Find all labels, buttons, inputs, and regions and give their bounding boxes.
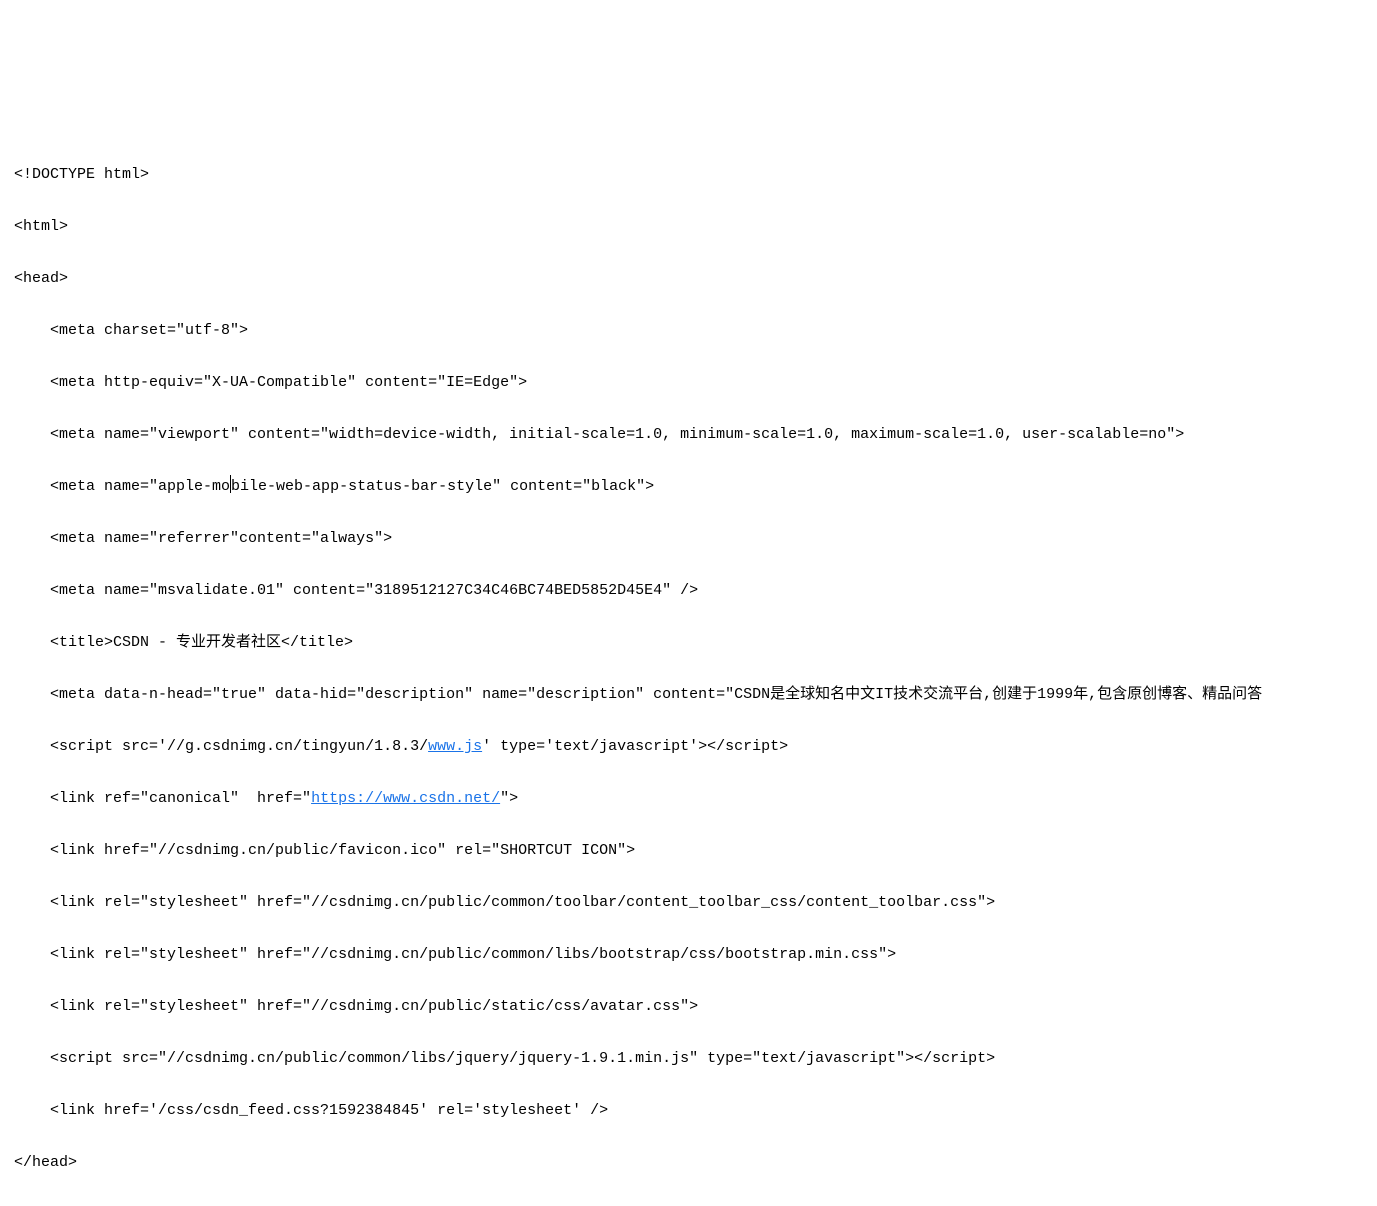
code-line: <link href='/css/csdn_feed.css?159238484… xyxy=(14,1098,1377,1124)
link-csdn-net[interactable]: https://www.csdn.net/ xyxy=(311,790,500,807)
code-line: <meta http-equiv="X-UA-Compatible" conte… xyxy=(14,370,1377,396)
code-line: <meta data-n-head="true" data-hid="descr… xyxy=(14,682,1377,708)
code-line: <meta name="viewport" content="width=dev… xyxy=(14,422,1377,448)
code-line: <link rel="stylesheet" href="//csdnimg.c… xyxy=(14,942,1377,968)
code-line: <html> xyxy=(14,214,1377,240)
code-line: <meta name="apple-mobile-web-app-status-… xyxy=(14,474,1377,500)
code-line: <link ref="canonical" href="https://www.… xyxy=(14,786,1377,812)
code-line: <link rel="stylesheet" href="//csdnimg.c… xyxy=(14,890,1377,916)
code-line: <meta name="msvalidate.01" content="3189… xyxy=(14,578,1377,604)
code-line: <body data-category="home" data-host_typ… xyxy=(14,1202,1377,1206)
link-www-js[interactable]: www.js xyxy=(428,738,482,755)
code-line: <link href="//csdnimg.cn/public/favicon.… xyxy=(14,838,1377,864)
code-line: <meta charset="utf-8"> xyxy=(14,318,1377,344)
code-line: <!DOCTYPE html> xyxy=(14,162,1377,188)
code-line: <script src="//csdnimg.cn/public/common/… xyxy=(14,1046,1377,1072)
code-line: <meta name="referrer"content="always"> xyxy=(14,526,1377,552)
code-line: <head> xyxy=(14,266,1377,292)
code-line: <script src='//g.csdnimg.cn/tingyun/1.8.… xyxy=(14,734,1377,760)
code-line: </head> xyxy=(14,1150,1377,1176)
code-block[interactable]: <!DOCTYPE html> <html> <head> <meta char… xyxy=(0,130,1377,1206)
code-line: <title>CSDN - 专业开发者社区</title> xyxy=(14,630,1377,656)
code-line: <link rel="stylesheet" href="//csdnimg.c… xyxy=(14,994,1377,1020)
